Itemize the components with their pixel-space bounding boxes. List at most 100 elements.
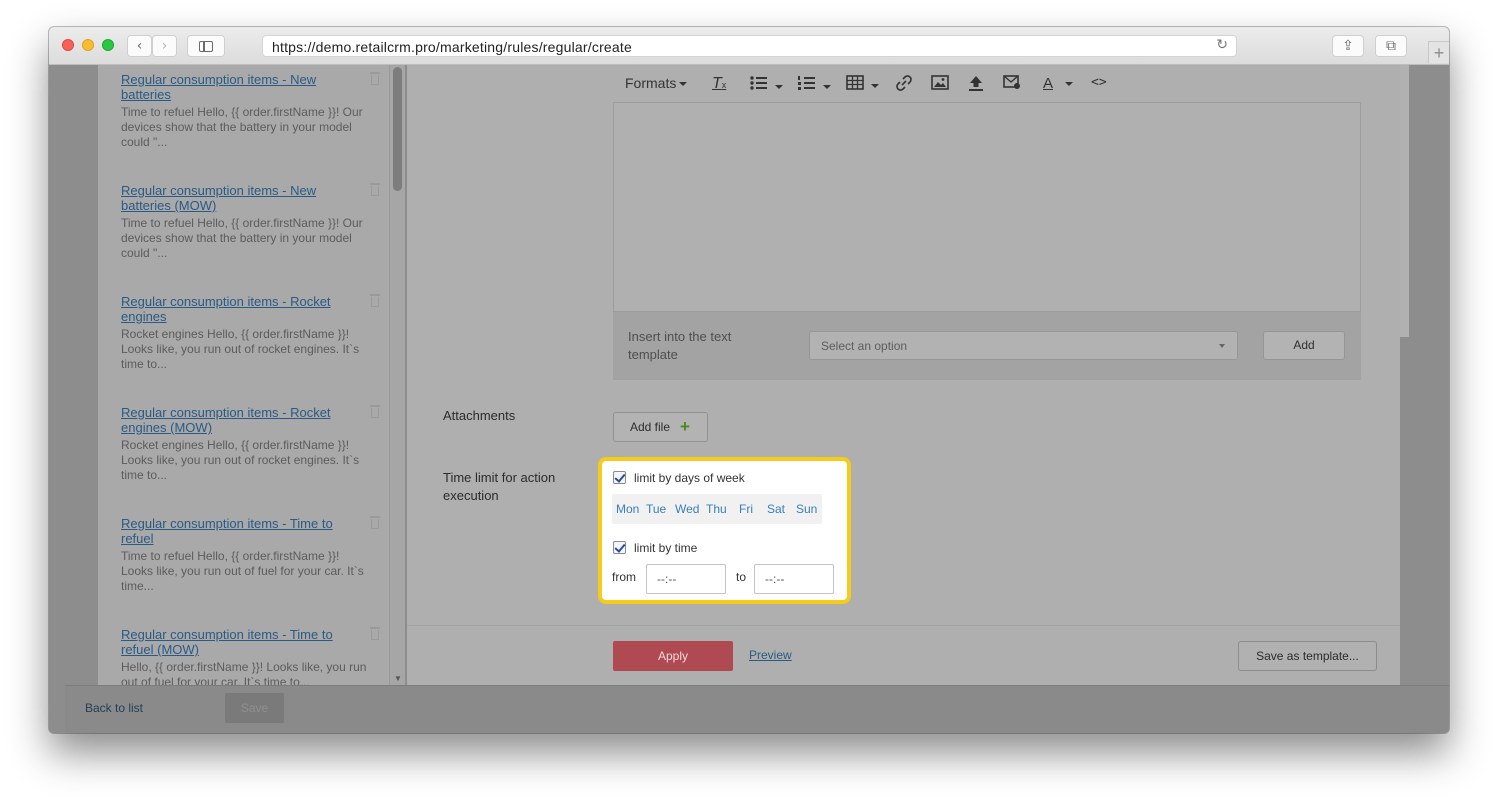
limit-by-days-checkbox[interactable]: [613, 471, 626, 484]
day-sat[interactable]: Sat: [767, 502, 785, 516]
trash-icon[interactable]: [369, 183, 381, 196]
save-as-template-button[interactable]: Save as template...: [1238, 641, 1377, 671]
template-title[interactable]: Regular consumption items - New batterie…: [121, 72, 341, 102]
time-to-input[interactable]: --:--: [754, 564, 834, 594]
apply-button[interactable]: Apply: [613, 641, 733, 671]
formats-label: Formats: [625, 75, 677, 91]
plus-icon: +: [1433, 43, 1445, 63]
close-window-button[interactable]: [62, 39, 74, 51]
template-title[interactable]: Regular consumption items - New batterie…: [121, 183, 341, 213]
template-item[interactable]: Regular consumption items - Rocket engin…: [121, 294, 381, 372]
scroll-down-icon[interactable]: ▼: [394, 674, 402, 683]
bullet-list-icon: [750, 76, 767, 90]
day-fri[interactable]: Fri: [739, 502, 753, 516]
template-list-scrollbar[interactable]: ▼: [389, 65, 405, 685]
save-button[interactable]: Save: [225, 693, 284, 723]
chevron-left-icon: ‹: [136, 38, 143, 54]
limit-by-time-option[interactable]: limit by time: [613, 541, 697, 555]
table-button[interactable]: [846, 75, 879, 93]
template-item[interactable]: Regular consumption items - New batterie…: [121, 183, 381, 261]
trash-icon[interactable]: [369, 627, 381, 640]
preview-link[interactable]: Preview: [749, 648, 792, 662]
day-sun[interactable]: Sun: [796, 502, 817, 516]
attachments-label: Attachments: [443, 408, 516, 423]
template-title[interactable]: Regular consumption items - Rocket engin…: [121, 294, 341, 324]
numbered-list-icon: [798, 76, 815, 90]
upload-button[interactable]: [967, 75, 985, 95]
show-tabs-button[interactable]: ⧉: [1375, 35, 1407, 57]
template-title[interactable]: Regular consumption items - Rocket engin…: [121, 405, 341, 435]
email-button[interactable]: [1003, 75, 1021, 93]
numbered-list-button[interactable]: [798, 75, 831, 94]
template-description: Rocket engines Hello, {{ order.firstName…: [121, 327, 360, 371]
source-code-button[interactable]: <>: [1091, 75, 1107, 90]
trash-icon[interactable]: [369, 72, 381, 85]
back-to-list-link[interactable]: Back to list: [85, 701, 143, 715]
chevron-down-icon: [870, 84, 879, 89]
browser-window: ‹ › https://demo.retailcrm.pro/marketing…: [49, 27, 1449, 733]
time-from-input[interactable]: --:--: [646, 564, 726, 594]
scrollbar-thumb[interactable]: [393, 67, 402, 191]
template-item[interactable]: Regular consumption items - Rocket engin…: [121, 405, 381, 483]
rule-form: Formats Tx A <> Insert into the text tem…: [407, 65, 1400, 685]
to-label: to: [736, 570, 747, 584]
from-label: from: [612, 570, 636, 584]
insert-variable-bar: Insert into the text template Select an …: [613, 312, 1361, 380]
weekday-selector: Mon Tue Wed Thu Fri Sat Sun: [612, 494, 822, 524]
template-item[interactable]: Regular consumption items - Time to refu…: [121, 516, 381, 594]
back-button[interactable]: ‹: [127, 35, 152, 57]
day-wed[interactable]: Wed: [675, 502, 699, 516]
plus-icon: +: [680, 417, 690, 436]
template-list: Regular consumption items - New batterie…: [98, 65, 405, 685]
divider: [407, 625, 1400, 626]
upload-icon: [969, 76, 983, 91]
forward-button[interactable]: ›: [152, 35, 177, 57]
day-tue[interactable]: Tue: [646, 502, 666, 516]
table-icon: [846, 75, 864, 90]
trash-icon[interactable]: [369, 405, 381, 418]
limit-by-days-option[interactable]: limit by days of week: [613, 471, 745, 485]
time-limit-label: Time limit for action execution: [443, 470, 556, 503]
insert-variable-select[interactable]: Select an option: [809, 331, 1238, 360]
chevron-down-icon: [679, 82, 688, 87]
sidebar-icon: [199, 41, 213, 52]
limit-by-days-label: limit by days of week: [634, 471, 745, 485]
insert-add-button[interactable]: Add: [1263, 331, 1345, 360]
add-file-button[interactable]: Add file +: [613, 412, 708, 442]
page-content: Regular consumption items - New batterie…: [49, 65, 1449, 733]
reload-icon[interactable]: ↻: [1216, 37, 1228, 53]
clear-formatting-icon[interactable]: Tx: [712, 75, 726, 93]
day-mon[interactable]: Mon: [616, 502, 639, 516]
day-thu[interactable]: Thu: [706, 502, 727, 516]
share-button[interactable]: ⇪: [1332, 35, 1364, 57]
sidebar-toggle-button[interactable]: [187, 35, 225, 57]
template-title[interactable]: Regular consumption items - Time to refu…: [121, 627, 341, 657]
image-button[interactable]: [931, 75, 949, 93]
chevron-down-icon: [1065, 82, 1073, 87]
zoom-window-button[interactable]: [102, 39, 114, 51]
font-color-button[interactable]: A: [1043, 75, 1073, 92]
template-description: Time to refuel Hello, {{ order.firstName…: [121, 105, 363, 149]
trash-icon[interactable]: [369, 516, 381, 529]
link-button[interactable]: [895, 75, 913, 94]
template-description: Time to refuel Hello, {{ order.firstName…: [121, 216, 363, 260]
template-title[interactable]: Regular consumption items - Time to refu…: [121, 516, 341, 546]
page-footer: Back to list Save: [65, 685, 1449, 733]
trash-icon[interactable]: [369, 294, 381, 307]
chevron-down-icon: [1219, 344, 1225, 348]
chevron-down-icon: [774, 85, 783, 90]
font-color-icon: A: [1043, 75, 1054, 92]
address-bar[interactable]: https://demo.retailcrm.pro/marketing/rul…: [262, 35, 1237, 57]
template-item[interactable]: Regular consumption items - Time to refu…: [121, 627, 381, 685]
minimize-window-button[interactable]: [82, 39, 94, 51]
message-editor[interactable]: [613, 102, 1361, 312]
mail-settings-icon: [1003, 75, 1020, 89]
template-item[interactable]: Regular consumption items - New batterie…: [121, 72, 381, 150]
add-file-label: Add file: [630, 420, 671, 434]
bullet-list-button[interactable]: [750, 75, 783, 94]
select-placeholder: Select an option: [821, 339, 908, 353]
image-icon: [931, 75, 949, 90]
new-tab-button[interactable]: +: [1428, 41, 1449, 63]
limit-by-time-checkbox[interactable]: [613, 541, 626, 554]
formats-dropdown[interactable]: Formats: [625, 75, 688, 91]
